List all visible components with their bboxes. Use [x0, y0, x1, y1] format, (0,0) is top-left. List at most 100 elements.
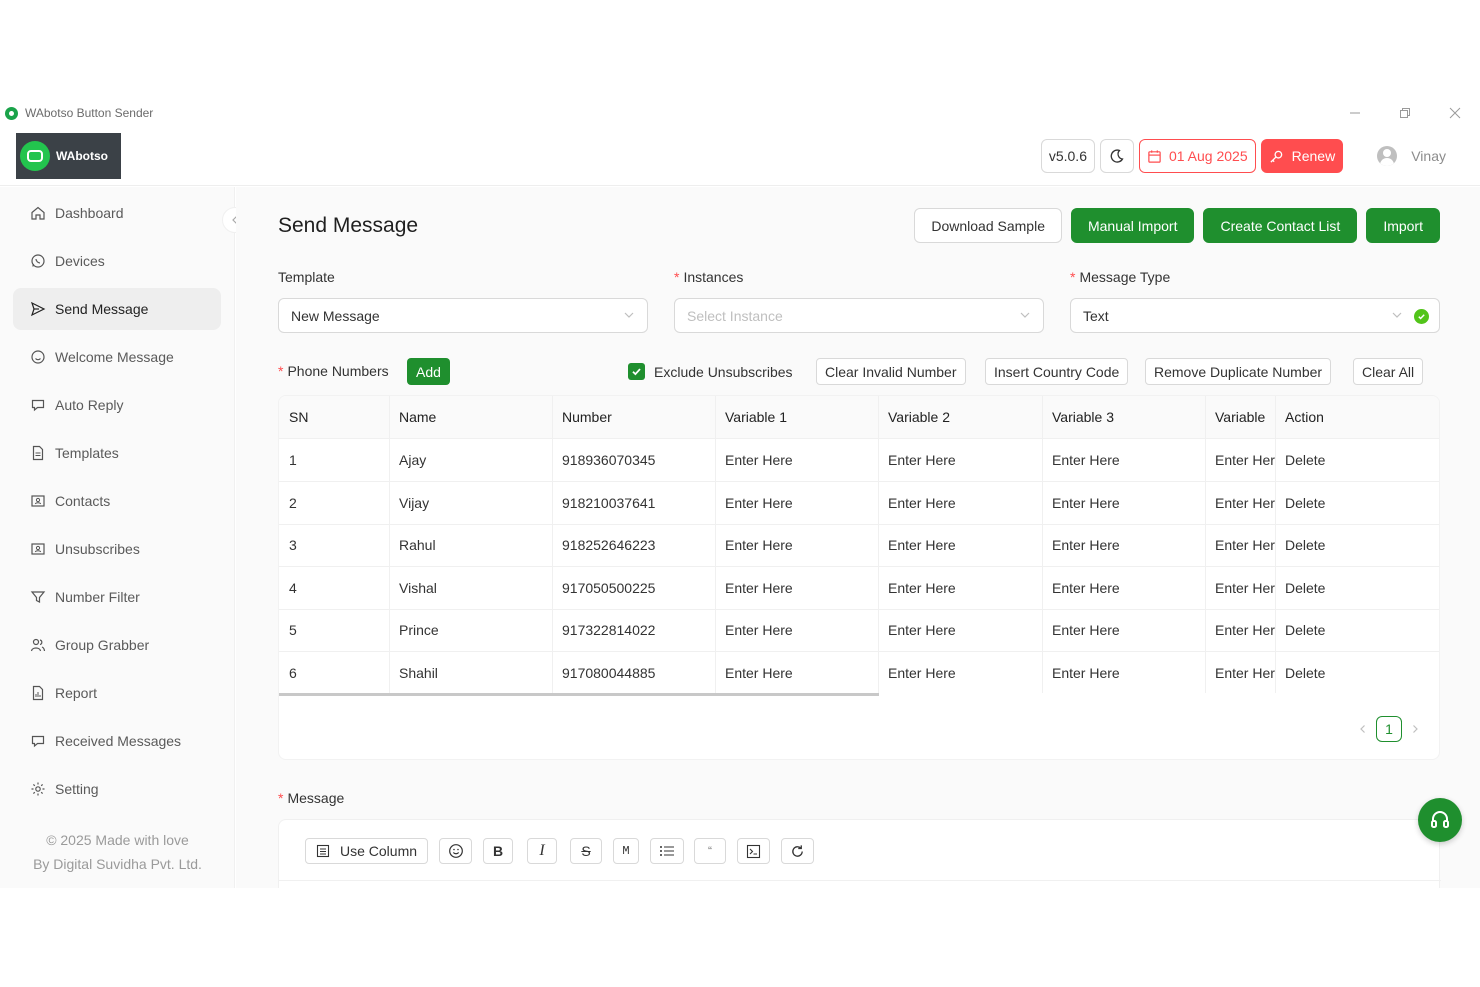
cell-variable-2[interactable]: Enter Here — [878, 609, 1042, 651]
cell-variable-4[interactable]: Enter Here — [1205, 524, 1275, 566]
exclude-unsubscribes-checkbox[interactable]: Exclude Unsubscribes — [628, 363, 793, 380]
cell-variable-4[interactable]: Enter Here — [1205, 439, 1275, 481]
renew-button[interactable]: Renew — [1260, 139, 1344, 173]
message-type-select[interactable]: Text — [1070, 298, 1440, 333]
cell-name: Shahil — [399, 665, 438, 681]
column-divider — [1042, 396, 1043, 693]
cell-variable-2[interactable]: Enter Here — [878, 567, 1042, 609]
column-header-variable-2: Variable 2 — [888, 409, 951, 425]
cell-name: Ajay — [399, 452, 427, 468]
strikethrough-button[interactable]: S — [570, 838, 602, 864]
sidebar-item-number-filter[interactable]: Number Filter — [13, 576, 221, 618]
instances-label: * Instances — [674, 269, 743, 285]
page-number-button[interactable]: 1 — [1376, 716, 1402, 742]
cell-variable-1[interactable]: Enter Here — [715, 567, 878, 609]
column-header-variable-3: Variable 3 — [1052, 409, 1115, 425]
user-menu[interactable]: Vinay — [1377, 146, 1446, 166]
cell-variable-3[interactable]: Enter Here — [1042, 567, 1205, 609]
cell-variable-2[interactable]: Enter Here — [878, 524, 1042, 566]
version-badge[interactable]: v5.0.6 — [1040, 139, 1095, 173]
bold-button[interactable]: B — [483, 838, 513, 864]
cell-variable-1[interactable]: Enter Here — [715, 609, 878, 651]
sidebar-item-dashboard[interactable]: Dashboard — [13, 192, 221, 234]
add-number-button[interactable]: Add — [407, 358, 450, 385]
cell-variable-3[interactable]: Enter Here — [1042, 482, 1205, 524]
cell-variable-3[interactable]: Enter Here — [1042, 439, 1205, 481]
italic-button[interactable]: I — [527, 838, 557, 864]
prev-page-button[interactable] — [1353, 721, 1373, 737]
sidebar-item-devices[interactable]: Devices — [13, 240, 221, 282]
create-contact-list-button[interactable]: Create Contact List — [1203, 208, 1358, 243]
theme-toggle-button[interactable] — [1099, 139, 1134, 173]
clear-all-button[interactable]: Clear All — [1353, 358, 1424, 385]
emoji-button[interactable] — [439, 838, 472, 864]
column-header-sn: SN — [289, 409, 309, 425]
delete-row-button[interactable]: Delete — [1275, 482, 1439, 524]
template-select[interactable]: New Message — [278, 298, 648, 333]
minimize-button[interactable] — [1330, 100, 1380, 126]
logo[interactable]: WAbotso — [16, 133, 121, 179]
sidebar-item-auto-reply[interactable]: Auto Reply — [13, 384, 221, 426]
cell-variable-2[interactable]: Enter Here — [878, 652, 1042, 694]
template-label: Template — [278, 269, 335, 285]
horizontal-scrollbar[interactable] — [279, 693, 879, 696]
use-column-button[interactable]: Use Column — [305, 838, 428, 864]
exclude-unsubscribes-label: Exclude Unsubscribes — [654, 363, 793, 380]
sidebar-item-label: Send Message — [55, 301, 149, 317]
message-type-value: Text — [1083, 307, 1109, 324]
delete-row-button[interactable]: Delete — [1275, 609, 1439, 651]
cell-variable-3[interactable]: Enter Here — [1042, 524, 1205, 566]
sidebar-item-received-messages[interactable]: Received Messages — [13, 720, 221, 762]
remove-duplicate-number-button[interactable]: Remove Duplicate Number — [1145, 358, 1332, 385]
sidebar-item-send-message[interactable]: Send Message — [13, 288, 221, 330]
download-sample-button[interactable]: Download Sample — [914, 208, 1062, 243]
import-button[interactable]: Import — [1366, 208, 1440, 243]
cell-variable-4[interactable]: Enter Here — [1205, 609, 1275, 651]
next-page-button[interactable] — [1405, 721, 1425, 737]
cell-variable-4[interactable]: Enter Here — [1205, 482, 1275, 524]
cell-variable-2[interactable]: Enter Here — [878, 482, 1042, 524]
cell-variable-4[interactable]: Enter Here — [1205, 567, 1275, 609]
insert-country-code-button[interactable]: Insert Country Code — [985, 358, 1129, 385]
sidebar-item-group-grabber[interactable]: Group Grabber — [13, 624, 221, 666]
cell-variable-1[interactable]: Enter Here — [715, 482, 878, 524]
monospace-button[interactable]: M — [613, 838, 639, 864]
cell-variable-1[interactable]: Enter Here — [715, 524, 878, 566]
close-button[interactable] — [1430, 100, 1480, 126]
sidebar-item-templates[interactable]: Templates — [13, 432, 221, 474]
reset-button[interactable] — [781, 838, 814, 864]
cell-variable-3[interactable]: Enter Here — [1042, 609, 1205, 651]
sidebar-item-contacts[interactable]: Contacts — [13, 480, 221, 522]
sidebar-item-welcome-message[interactable]: Welcome Message — [13, 336, 221, 378]
support-chat-button[interactable] — [1418, 798, 1462, 842]
sidebar-item-report[interactable]: Report — [13, 672, 221, 714]
instances-select[interactable]: Select Instance — [674, 298, 1044, 333]
headset-icon — [1431, 811, 1449, 828]
delete-row-button[interactable]: Delete — [1275, 524, 1439, 566]
quote-button[interactable]: “ — [694, 838, 726, 864]
restore-button[interactable] — [1380, 100, 1430, 126]
cell-variable-1[interactable]: Enter Here — [715, 652, 878, 694]
sidebar-item-unsubscribes[interactable]: Unsubscribes — [13, 528, 221, 570]
cell-variable-1[interactable]: Enter Here — [715, 439, 878, 481]
minimize-icon — [1350, 112, 1360, 114]
cell-sn: 2 — [289, 495, 297, 511]
cell-sn: 3 — [289, 537, 297, 553]
code-block-button[interactable] — [737, 838, 770, 864]
delete-row-button[interactable]: Delete — [1275, 652, 1439, 694]
clear-invalid-number-button[interactable]: Clear Invalid Number — [816, 358, 966, 385]
delete-row-button[interactable]: Delete — [1275, 567, 1439, 609]
expiry-date-button[interactable]: 01 Aug 2025 — [1138, 139, 1256, 173]
required-mark: * — [278, 790, 284, 806]
manual-import-button[interactable]: Manual Import — [1070, 208, 1195, 243]
bulleted-list-button[interactable] — [650, 838, 684, 864]
cell-variable-2[interactable]: Enter Here — [878, 439, 1042, 481]
footer-company: By Digital Suvidha Pvt. Ltd. — [33, 856, 202, 872]
delete-row-button[interactable]: Delete — [1275, 439, 1439, 481]
sidebar-item-setting[interactable]: Setting — [13, 768, 221, 810]
column-header-variable-1: Variable 1 — [725, 409, 788, 425]
cell-variable-3[interactable]: Enter Here — [1042, 652, 1205, 694]
users-icon — [29, 636, 47, 654]
moon-icon — [1110, 149, 1124, 163]
cell-variable-4[interactable]: Enter Here — [1205, 652, 1275, 694]
